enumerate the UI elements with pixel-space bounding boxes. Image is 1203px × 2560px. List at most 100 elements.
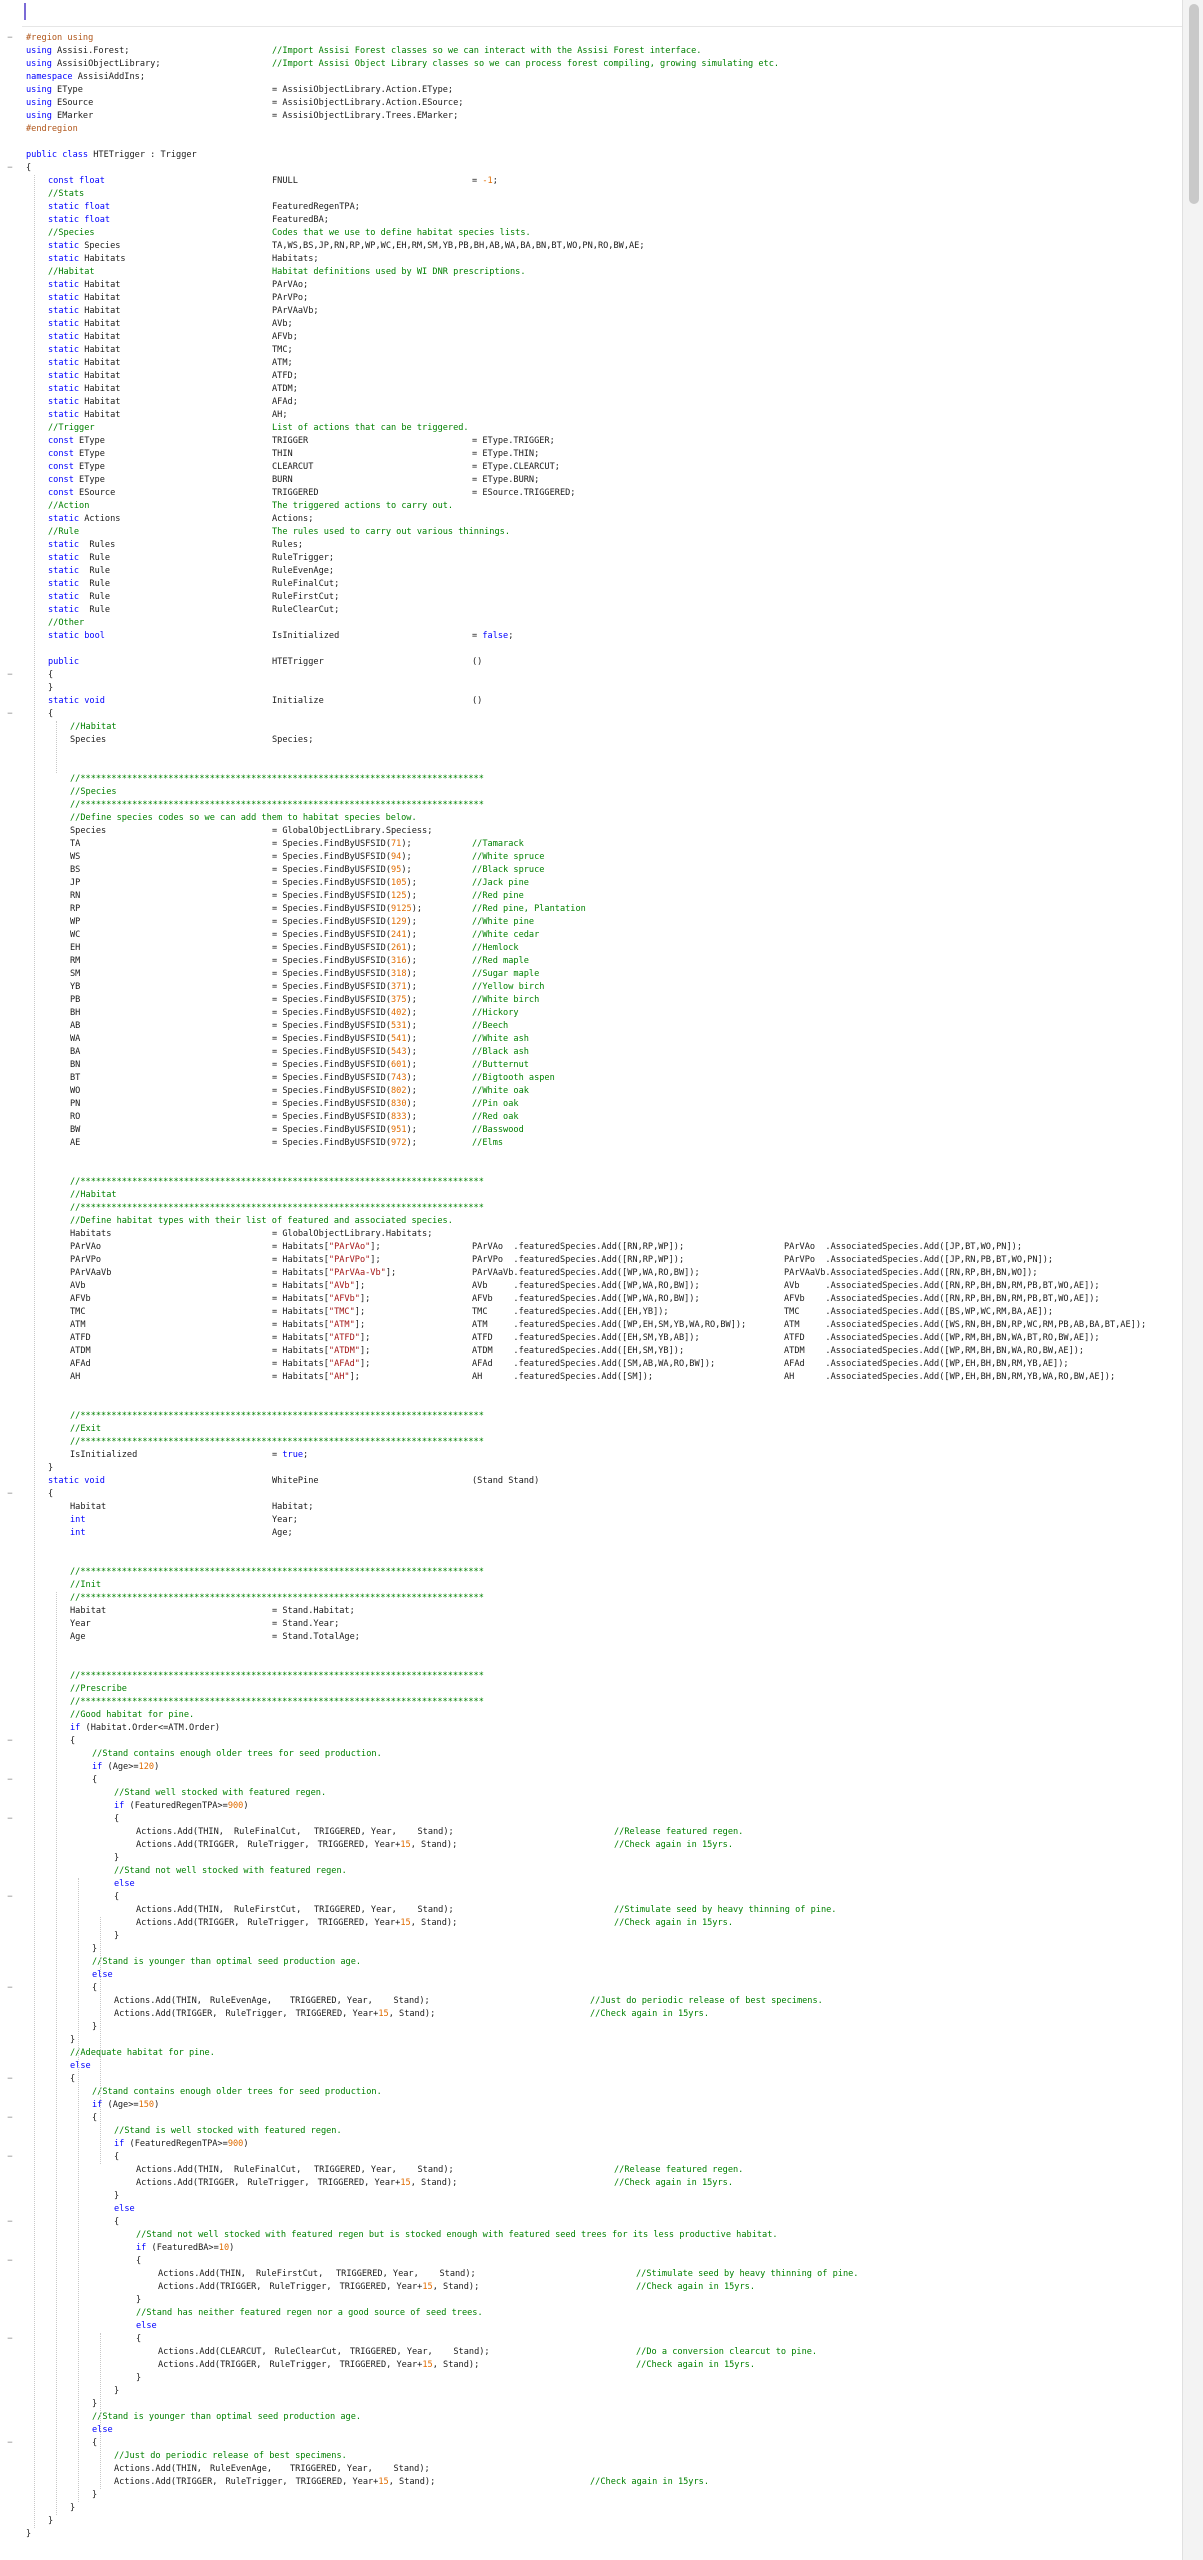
code-token: { bbox=[92, 1775, 98, 1785]
code-token: = Species.FindByUSFSID( bbox=[272, 878, 391, 888]
code-token: ATDM bbox=[70, 1346, 91, 1356]
code-token: //Bigtooth aspen bbox=[472, 1073, 555, 1083]
collapse-icon[interactable]: − bbox=[6, 1488, 14, 1501]
code-token: ); bbox=[401, 852, 412, 862]
code-token: { bbox=[48, 1489, 54, 1499]
code-token: = Stand.Year; bbox=[272, 1619, 340, 1629]
collapse-icon[interactable]: − bbox=[6, 2255, 14, 2268]
code-token: //Red oak bbox=[472, 1112, 519, 1122]
code-token: TRIGGERED, Year, Stand); bbox=[290, 2464, 430, 2474]
code-token: ) bbox=[154, 2100, 160, 2110]
code-token: BN bbox=[70, 1060, 81, 1070]
code-token: RuleEvenAge, bbox=[210, 1996, 273, 2006]
code-token: = Habitats[ bbox=[272, 1281, 329, 1291]
code-token: ATM .featuredSpecies.Add([WP,EH,SM,YB,WA… bbox=[472, 1320, 747, 1330]
code-token: ); bbox=[406, 1086, 417, 1096]
code-token: RuleClearCut; bbox=[272, 605, 340, 615]
code-token: } bbox=[70, 2035, 76, 2045]
collapse-icon[interactable]: − bbox=[6, 2151, 14, 2164]
code-token: = Stand.TotalAge; bbox=[272, 1632, 360, 1642]
collapse-icon[interactable]: − bbox=[6, 1774, 14, 1787]
code-token: if bbox=[114, 2139, 130, 2149]
collapse-icon[interactable]: − bbox=[6, 1891, 14, 1904]
collapse-icon[interactable]: − bbox=[6, 1735, 14, 1748]
code-token: 541 bbox=[390, 1034, 407, 1044]
code-token: ]; bbox=[359, 1294, 371, 1304]
code-token: const bbox=[48, 436, 80, 446]
code-token: //Stimulate seed by heavy thinning of pi… bbox=[614, 1905, 837, 1915]
code-token: TRIGGERED, Year+ bbox=[339, 2282, 423, 2292]
code-token: ); bbox=[406, 982, 417, 992]
code-token: ]; bbox=[354, 1320, 366, 1330]
code-token: (Habitat.Order<=ATM.Order) bbox=[85, 1723, 221, 1733]
code-token: EType bbox=[57, 85, 83, 95]
code-token: //Stand is younger than optimal seed pro… bbox=[92, 1957, 362, 1967]
collapse-icon[interactable]: − bbox=[6, 669, 14, 682]
code-token: { bbox=[114, 2152, 120, 2162]
code-token: { bbox=[92, 2113, 98, 2123]
code-token: 15 bbox=[378, 2009, 389, 2019]
code-token: 543 bbox=[390, 1047, 407, 1057]
code-token: TRIGGERED, Year+ bbox=[317, 1840, 401, 1850]
code-token: //Stand well stocked with featured regen… bbox=[114, 1788, 327, 1798]
collapse-icon[interactable]: − bbox=[6, 1813, 14, 1826]
code-token: Rule bbox=[89, 592, 111, 602]
collapse-icon[interactable]: − bbox=[6, 2216, 14, 2229]
collapse-icon[interactable]: − bbox=[6, 2112, 14, 2125]
code-token: Species bbox=[70, 826, 107, 836]
code-token: //Species bbox=[70, 787, 117, 797]
code-token: "AVb" bbox=[328, 1281, 355, 1291]
code-token: static bbox=[48, 605, 90, 615]
code-token: ); bbox=[406, 1034, 417, 1044]
code-token: { bbox=[48, 709, 54, 719]
code-token: RO bbox=[70, 1112, 81, 1122]
code-token: , Stand); bbox=[388, 2477, 436, 2487]
collapse-icon[interactable]: − bbox=[6, 2073, 14, 2086]
code-token: (Age>= bbox=[107, 2100, 139, 2110]
code-token: ATM; bbox=[272, 358, 293, 368]
code-token: = Habitats[ bbox=[272, 1359, 329, 1369]
code-token: = Species.FindByUSFSID( bbox=[272, 1125, 391, 1135]
code-token: ) bbox=[243, 2139, 249, 2149]
collapse-icon[interactable]: − bbox=[6, 162, 14, 175]
code-token: ATDM .featuredSpecies.Add([EH,SM,YB]); bbox=[472, 1346, 685, 1356]
code-token: 15 bbox=[400, 1840, 411, 1850]
collapse-icon[interactable]: − bbox=[6, 32, 14, 45]
code-token: YB bbox=[70, 982, 81, 992]
code-token: static float bbox=[48, 202, 111, 212]
text-caret bbox=[24, 3, 26, 20]
code-token: 900 bbox=[227, 2139, 244, 2149]
code-token: //Exit bbox=[70, 1424, 102, 1434]
scrollbar-thumb[interactable] bbox=[1189, 4, 1199, 204]
code-token: else bbox=[92, 1970, 113, 1980]
code-token: ); bbox=[406, 930, 417, 940]
code-token: 150 bbox=[138, 2100, 155, 2110]
collapse-icon[interactable]: − bbox=[6, 2333, 14, 2346]
code-token: //White cedar bbox=[472, 930, 540, 940]
collapse-icon[interactable]: − bbox=[6, 708, 14, 721]
code-token: } bbox=[136, 2373, 142, 2383]
code-token: //Stand not well stocked with featured r… bbox=[136, 2230, 778, 2240]
code-token: EType bbox=[79, 475, 105, 485]
code-token: = bbox=[472, 631, 483, 641]
code-token: PN bbox=[70, 1099, 81, 1109]
code-editor[interactable]: #region using using Assisi.Forest; //Impor… bbox=[24, 26, 1181, 2560]
code-token: ); bbox=[401, 865, 412, 875]
code-token: //**************************************… bbox=[70, 1411, 484, 1421]
code-token: RuleFinalCut, bbox=[234, 1827, 302, 1837]
code-token: //Stand has neither featured regen nor a… bbox=[136, 2308, 483, 2318]
code-token: //Adequate habitat for pine. bbox=[70, 2048, 215, 2058]
code-token: = Species.FindByUSFSID( bbox=[272, 982, 391, 992]
vertical-scrollbar[interactable] bbox=[1182, 0, 1203, 2560]
code-token: //Basswood bbox=[472, 1125, 524, 1135]
code-token: Habitats; bbox=[272, 254, 319, 264]
code-token: = Species.FindByUSFSID( bbox=[272, 969, 391, 979]
code-token: 15 bbox=[400, 1918, 411, 1928]
code-token: //Species bbox=[48, 228, 95, 238]
collapse-icon[interactable]: − bbox=[6, 2437, 14, 2450]
code-token: const bbox=[48, 475, 80, 485]
code-token: List of actions that can be triggered. bbox=[272, 423, 469, 433]
code-token: RuleTrigger, bbox=[247, 1840, 310, 1850]
code-token: } bbox=[114, 1853, 120, 1863]
collapse-icon[interactable]: − bbox=[6, 1982, 14, 1995]
